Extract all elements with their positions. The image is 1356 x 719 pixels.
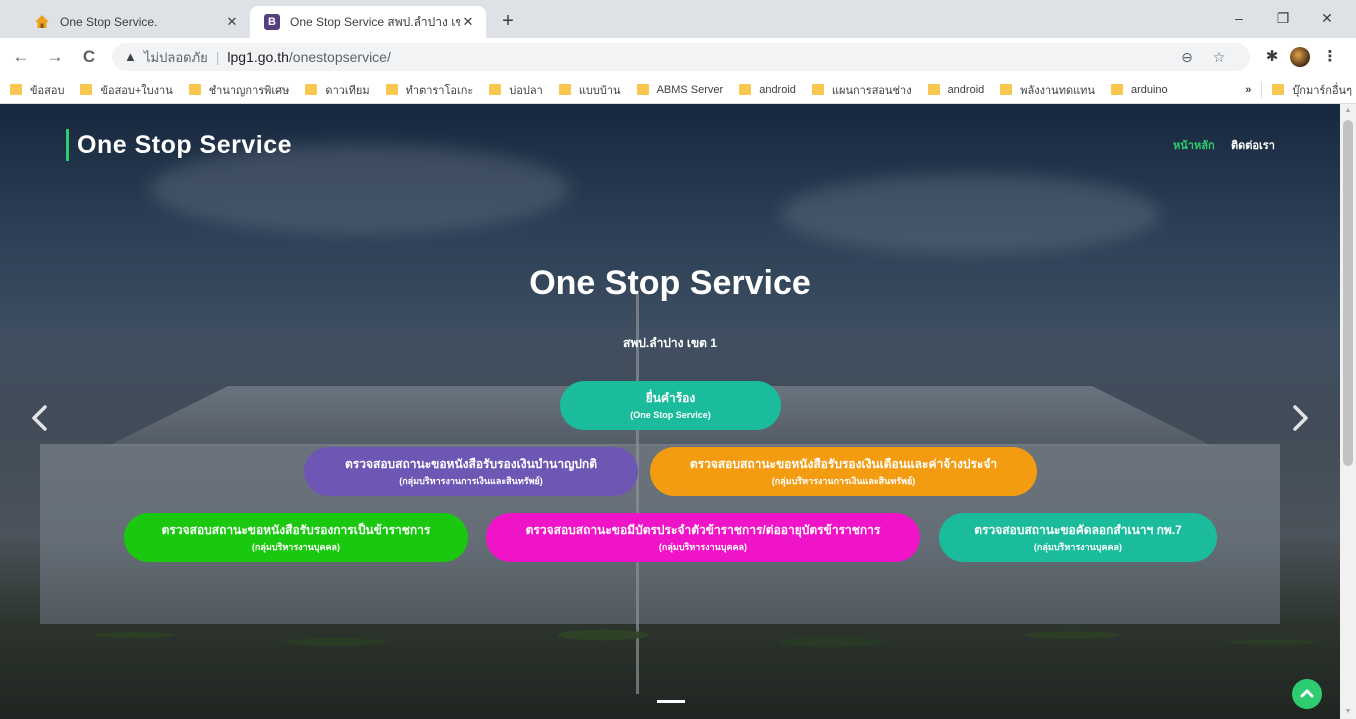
button-sublabel: (One Stop Service)	[630, 409, 711, 420]
back-button[interactable]: ←	[10, 46, 32, 68]
button-label: ตรวจสอบสถานะขอหนังสือรับรองเงินเดือนและค…	[689, 456, 998, 471]
folder-icon	[10, 84, 22, 95]
folder-icon	[305, 84, 318, 95]
menu-icon[interactable]: ⋮	[1320, 47, 1340, 67]
check-id-card-button[interactable]: ตรวจสอบสถานะขอมีบัตรประจำตัวข้าราชการ/ต่…	[486, 513, 920, 562]
folder-icon	[636, 84, 649, 95]
security-label[interactable]: ไม่ปลอดภัย	[144, 47, 208, 68]
button-label: ตรวจสอบสถานะขอหนังสือรับรองการเป็นข้าราช…	[161, 522, 431, 537]
folder-icon	[739, 84, 752, 95]
house-icon	[34, 14, 50, 30]
close-window-button[interactable]: ✕	[1310, 4, 1344, 32]
new-tab-button[interactable]: +	[496, 10, 520, 34]
close-tab-icon[interactable]: ✕	[224, 14, 240, 30]
hero-subtitle: สพป.ลำปาง เขต 1	[623, 336, 717, 350]
page-scrollbar[interactable]: ▲ ▼	[1340, 104, 1356, 719]
bookmark-item[interactable]: บ่อปลา	[489, 81, 543, 99]
folder-icon	[1000, 84, 1013, 95]
more-bookmarks-button[interactable]: »	[1245, 84, 1251, 96]
button-label: ตรวจสอบสถานะขอหนังสือรับรองเงินบำนาญปกติ	[345, 456, 597, 471]
bookmark-item[interactable]: ข้อสอบ	[10, 81, 64, 99]
button-sublabel: (กลุ่มบริหารงานบุคคล)	[251, 541, 341, 552]
tab-title: One Stop Service.	[60, 15, 158, 29]
nav-home[interactable]: หน้าหลัก	[1173, 136, 1215, 154]
carousel-next-icon[interactable]	[1288, 401, 1312, 435]
bookmark-item[interactable]: พลังงานทดแทน	[1000, 81, 1095, 99]
profile-avatar[interactable]	[1290, 47, 1310, 67]
folder-icon	[385, 84, 398, 95]
bookmark-item[interactable]: ดาวเทียม	[305, 81, 370, 99]
bootstrap-icon: B	[264, 14, 280, 30]
bookmark-item[interactable]: android	[739, 84, 796, 96]
close-tab-icon[interactable]: ✕	[460, 14, 476, 30]
bookmark-star-icon[interactable]: ☆	[1210, 48, 1228, 66]
scrollbar-thumb[interactable]	[1343, 120, 1353, 466]
check-pension-certificate-button[interactable]: ตรวจสอบสถานะขอหนังสือรับรองเงินบำนาญปกติ…	[304, 447, 638, 496]
submit-request-button[interactable]: ยื่นคำร้อง (One Stop Service)	[560, 381, 781, 430]
address-divider: |	[215, 49, 220, 65]
folder-icon	[80, 84, 93, 95]
browser-tab-strip: One Stop Service. ✕ B One Stop Service ส…	[0, 0, 1356, 38]
scroll-down-icon[interactable]: ▼	[1340, 705, 1356, 719]
bookmark-item[interactable]: แผนการสอนช่าง	[811, 81, 912, 99]
site-brand[interactable]: One Stop Service	[66, 129, 292, 161]
page-viewport: One Stop Service หน้าหลัก ติดต่อเรา One …	[0, 104, 1356, 719]
bookmark-item[interactable]: ABMS Server	[636, 84, 723, 96]
button-sublabel: (กลุ่มบริหารงานการเงินและสินทรัพย์)	[399, 475, 543, 486]
bookmarks-bar: ข้อสอบ ข้อสอบ+ใบงาน ชำนาญการพิเศษ ดาวเที…	[0, 76, 1356, 104]
tab-title: One Stop Service สพป.ลำปาง เขต 1	[290, 14, 460, 29]
scroll-up-icon[interactable]: ▲	[1340, 104, 1356, 118]
restore-button[interactable]: ❐	[1266, 4, 1300, 32]
extensions-icon[interactable]: ✱	[1262, 47, 1282, 67]
forward-button[interactable]: →	[44, 46, 66, 68]
reload-button[interactable]: C	[78, 46, 100, 68]
carousel-indicator[interactable]	[657, 700, 685, 703]
bookmark-item[interactable]: ชำนาญการพิเศษ	[188, 81, 289, 99]
check-salary-certificate-button[interactable]: ตรวจสอบสถานะขอหนังสือรับรองเงินเดือนและค…	[650, 447, 1037, 496]
tab-one-stop-service-lpg1[interactable]: B One Stop Service สพป.ลำปาง เขต 1 ✕	[250, 6, 486, 38]
other-bookmarks[interactable]: บุ๊กมาร์กอื่นๆ	[1272, 81, 1352, 99]
url-path: /onestopservice/	[288, 49, 391, 65]
hero-carousel: One Stop Service หน้าหลัก ติดต่อเรา One …	[0, 104, 1340, 719]
chevron-up-icon	[1300, 689, 1314, 698]
button-sublabel: (กลุ่มบริหารงานบุคคล)	[1033, 541, 1123, 552]
button-label: ตรวจสอบสถานะขอมีบัตรประจำตัวข้าราชการ/ต่…	[525, 522, 881, 537]
hero-title: One Stop Service	[529, 264, 811, 302]
url-host: lpg1.go.th	[227, 49, 289, 65]
carousel-prev-icon[interactable]	[28, 401, 52, 435]
tab-one-stop-service[interactable]: One Stop Service. ✕	[20, 6, 250, 38]
bookmark-item[interactable]: ทำตาราโอเกะ	[385, 81, 473, 99]
folder-icon	[1110, 84, 1123, 95]
button-label: ตรวจสอบสถานะขอคัดลอกสำเนาฯ กพ.7	[974, 522, 1182, 537]
folder-icon	[188, 84, 201, 95]
bookmark-item[interactable]: ข้อสอบ+ใบงาน	[80, 81, 173, 99]
bookmark-item[interactable]: android	[927, 84, 984, 96]
button-sublabel: (กลุ่มบริหารงานการเงินและสินทรัพย์)	[771, 475, 916, 486]
check-kp7-copy-button[interactable]: ตรวจสอบสถานะขอคัดลอกสำเนาฯ กพ.7 (กลุ่มบร…	[939, 513, 1217, 562]
bookmark-item[interactable]: แบบบ้าน	[558, 81, 621, 99]
check-civil-servant-certificate-button[interactable]: ตรวจสอบสถานะขอหนังสือรับรองการเป็นข้าราช…	[124, 513, 468, 562]
nav-contact[interactable]: ติดต่อเรา	[1231, 136, 1275, 154]
warning-icon[interactable]: ▲	[124, 50, 138, 64]
zoom-icon[interactable]: ⊖	[1178, 48, 1196, 66]
folder-icon	[811, 84, 824, 95]
folder-icon	[558, 84, 571, 95]
folder-icon	[927, 84, 940, 95]
browser-toolbar: ← → C ▲ ไม่ปลอดภัย | lpg1.go.th/onestops…	[0, 38, 1356, 76]
bookmark-item[interactable]: arduino	[1110, 84, 1168, 96]
button-sublabel: (กลุ่มบริหารงานบุคคล)	[658, 541, 748, 552]
folder-icon	[489, 84, 502, 95]
back-to-top-button[interactable]	[1292, 679, 1322, 709]
minimize-button[interactable]: –	[1222, 4, 1256, 32]
button-label: ยื่นคำร้อง	[645, 390, 696, 405]
address-bar[interactable]: ▲ ไม่ปลอดภัย | lpg1.go.th/onestopservice…	[112, 43, 1250, 71]
folder-icon	[1272, 84, 1285, 95]
bookmarks-divider	[1261, 81, 1263, 98]
